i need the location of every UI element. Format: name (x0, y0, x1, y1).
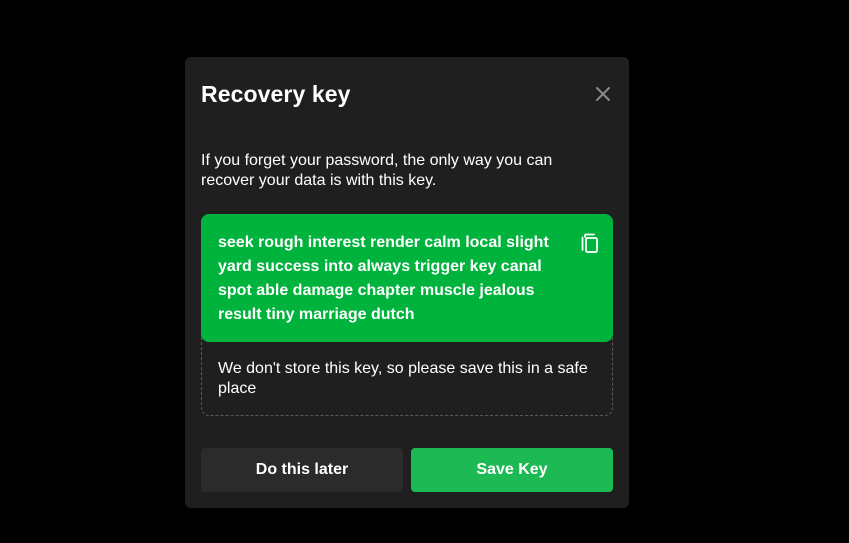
copy-button[interactable] (581, 233, 601, 255)
storage-warning: We don't store this key, so please save … (218, 360, 588, 397)
recovery-key-container: seek rough interest render calm local sl… (201, 214, 613, 416)
close-icon (595, 86, 611, 102)
dialog-description: If you forget your password, the only wa… (201, 152, 553, 189)
do-this-later-button[interactable]: Do this later (201, 448, 403, 492)
recovery-key-dialog: Recovery key If you forget your password… (185, 57, 629, 508)
save-key-button[interactable]: Save Key (411, 448, 613, 492)
copy-icon (581, 233, 601, 259)
recovery-key-text[interactable]: seek rough interest render calm local sl… (218, 231, 558, 327)
recovery-key-box: seek rough interest render calm local sl… (201, 214, 613, 342)
dialog-title: Recovery key (201, 81, 351, 107)
close-button[interactable] (595, 86, 611, 102)
